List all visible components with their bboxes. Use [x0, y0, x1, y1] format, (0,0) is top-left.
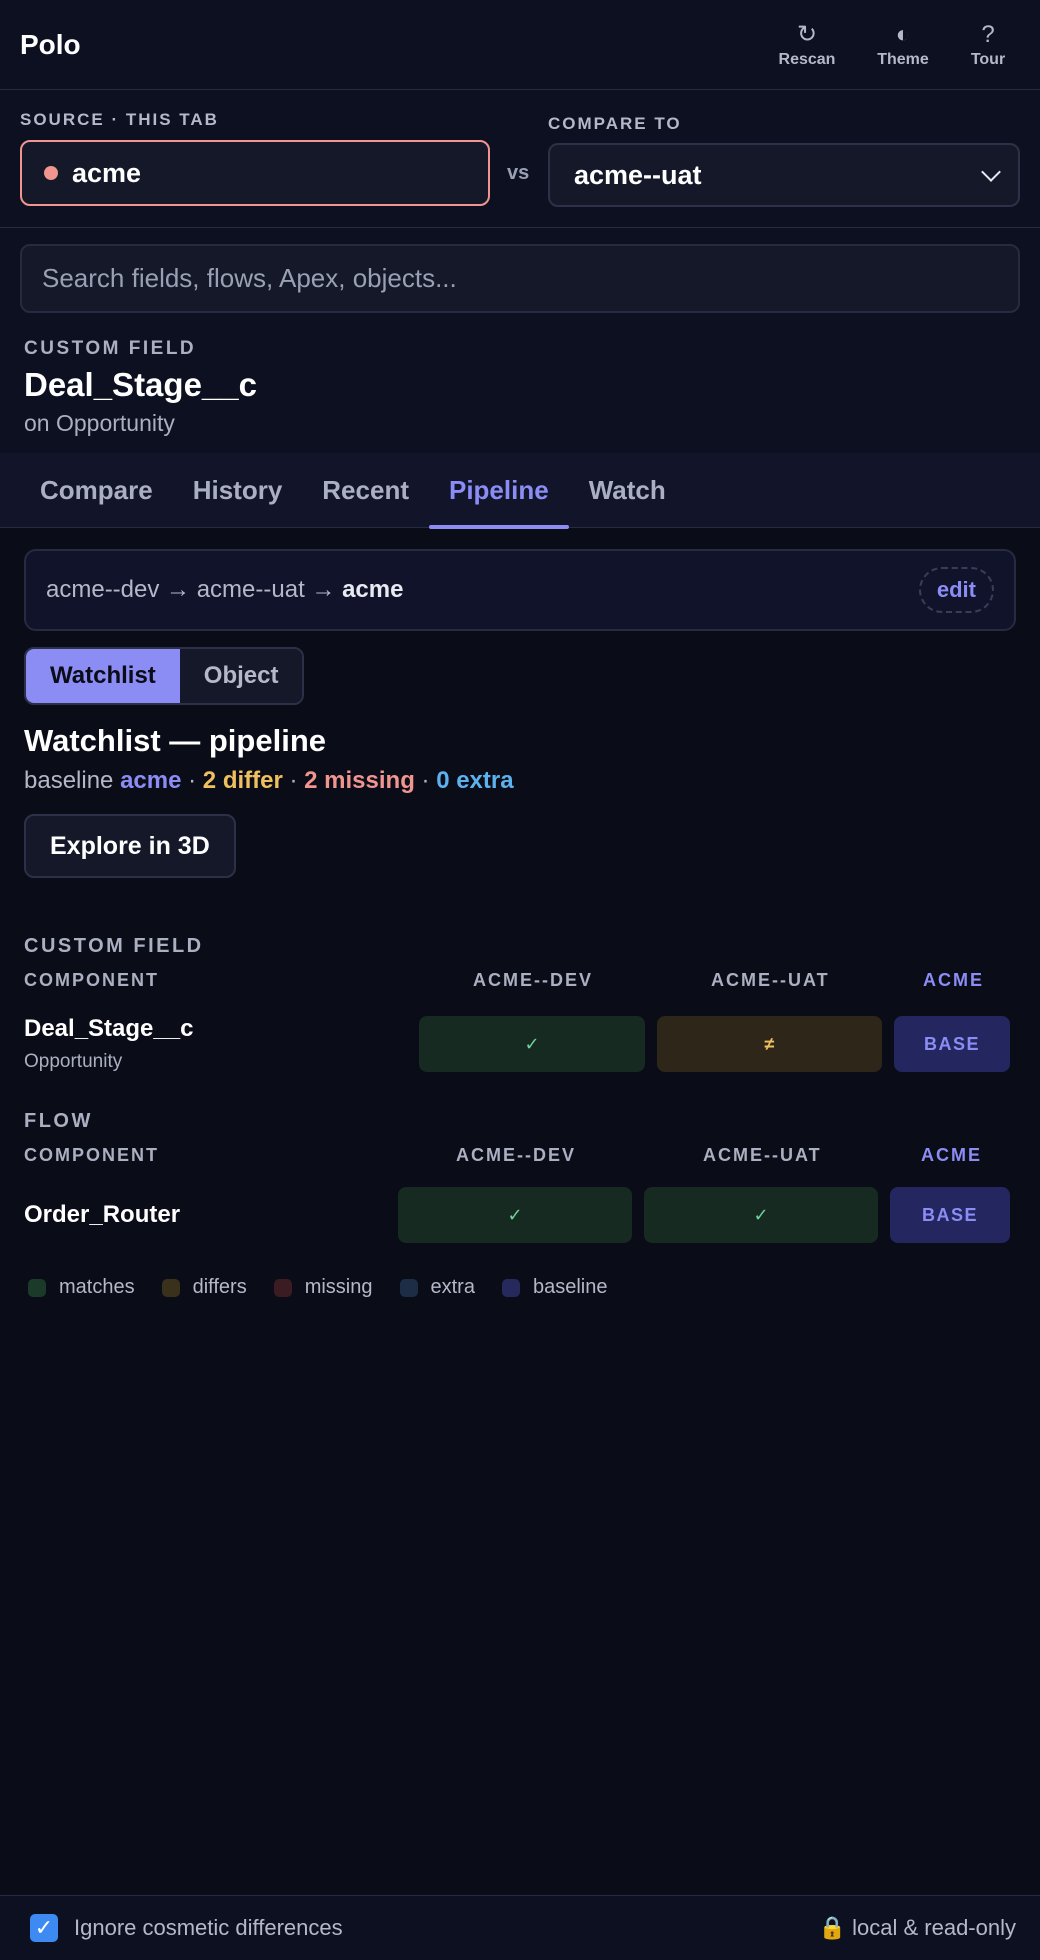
- custom-field-section: CUSTOM FIELD COMPONENT ACME--DEV ACME--U…: [0, 930, 1040, 1090]
- object-toggle[interactable]: Object: [179, 649, 303, 703]
- column-header-acme-uat: ACME--UAT: [703, 1145, 822, 1165]
- column-header-acme-dev: ACME--DEV: [473, 970, 593, 990]
- legend-swatch: [273, 1278, 292, 1297]
- status-cell-baseline[interactable]: BASE: [890, 1187, 1010, 1243]
- pipeline-stages: acme--dev → acme--uat →: [46, 576, 343, 603]
- legend-label: missing: [304, 1276, 373, 1298]
- chevron-down-icon: [981, 162, 1001, 182]
- pipeline-path: acme--dev → acme--uat → acme edit: [24, 549, 1016, 631]
- baseline-prefix: baseline: [24, 767, 121, 794]
- section-title: FLOW: [24, 1110, 93, 1132]
- pipeline-last-stage: acme: [342, 576, 404, 603]
- differ-count: 2 differ: [202, 767, 283, 794]
- tab-pipeline[interactable]: Pipeline: [428, 453, 569, 529]
- compare-label: COMPARE TO: [548, 114, 682, 133]
- separator: ·: [181, 767, 203, 794]
- tab-recent[interactable]: Recent: [302, 453, 429, 528]
- source-status-dot: [44, 166, 58, 180]
- row-component-name: Order_Router: [24, 1201, 181, 1228]
- column-header-acme-dev: ACME--DEV: [456, 1145, 576, 1165]
- read-only-status: 🔒 local & read-only: [818, 1915, 1016, 1940]
- legend-label: extra: [430, 1276, 475, 1298]
- tab-watch[interactable]: Watch: [569, 453, 686, 528]
- legend-item-extra: extra: [399, 1276, 475, 1299]
- compare-org-name: acme--uat: [574, 159, 702, 190]
- row-component-object: Opportunity: [24, 1051, 123, 1072]
- theme-label: Theme: [877, 50, 929, 68]
- tab-compare[interactable]: Compare: [20, 453, 173, 528]
- tab-bar: Compare History Recent Pipeline Watch: [0, 453, 1040, 529]
- main-content: acme--dev → acme--uat → acme edit Watchl…: [0, 549, 1040, 878]
- app-logo: Polo: [20, 28, 81, 60]
- baseline-org: acme: [120, 767, 182, 794]
- source-org-name: acme: [72, 157, 142, 188]
- pipeline-path-text: acme--dev → acme--uat → acme: [46, 576, 919, 604]
- status-legend: matches differs missing extra baseline: [28, 1276, 634, 1299]
- legend-item-matches: matches: [28, 1276, 135, 1299]
- missing-count: 2 missing: [304, 767, 415, 794]
- vs-label: vs: [507, 162, 530, 184]
- legend-item-missing: missing: [273, 1276, 373, 1299]
- footer-bar: ✓ Ignore cosmetic differences 🔒 local & …: [0, 1895, 1040, 1960]
- watchlist-toggle[interactable]: Watchlist: [26, 649, 180, 703]
- search-input[interactable]: [20, 244, 1020, 313]
- column-header-acme: ACME: [923, 970, 984, 990]
- status-cell-baseline[interactable]: BASE: [894, 1016, 1010, 1072]
- view-toggle: Watchlist Object: [24, 647, 305, 705]
- watchlist-summary: baseline acme · 2 differ · 2 missing · 0…: [24, 767, 1016, 795]
- flow-section: FLOW COMPONENT ACME--DEV ACME--UAT ACME …: [0, 1105, 1040, 1245]
- tour-label: Tour: [970, 50, 1006, 68]
- component-object: on Opportunity: [24, 410, 175, 436]
- status-cell-match[interactable]: ✓: [419, 1016, 645, 1072]
- search-section: CUSTOM FIELD Deal_Stage__c on Opportunit…: [0, 228, 1040, 453]
- separator: ·: [282, 767, 305, 794]
- extra-count: 0 extra: [436, 767, 514, 794]
- legend-swatch: [28, 1278, 46, 1297]
- separator: ·: [414, 767, 437, 794]
- source-org-field[interactable]: acme: [20, 140, 490, 206]
- row-component-name: Deal_Stage__c: [24, 1015, 194, 1042]
- legend-label: baseline: [532, 1276, 608, 1298]
- legend-swatch: [501, 1278, 520, 1297]
- legend-item-differs: differs: [161, 1276, 247, 1299]
- environment-bar: SOURCE · THIS TAB acme vs COMPARE TO acm…: [0, 90, 1040, 228]
- status-cell-match[interactable]: ✓: [398, 1187, 632, 1243]
- watchlist-title: Watchlist — pipeline: [24, 723, 326, 758]
- rescan-label: Rescan: [778, 50, 836, 68]
- ignore-cosmetic-checkbox[interactable]: ✓: [30, 1914, 58, 1942]
- edit-pipeline-button[interactable]: edit: [918, 567, 994, 613]
- rescan-button[interactable]: ↻ Rescan: [764, 21, 850, 69]
- tour-button[interactable]: ? Tour: [956, 21, 1020, 69]
- status-cell-differs[interactable]: ≠: [657, 1016, 882, 1072]
- component-kind: CUSTOM FIELD: [24, 338, 197, 359]
- contrast-icon: ◐: [895, 20, 911, 48]
- column-header-acme: ACME: [921, 1145, 982, 1165]
- legend-swatch: [399, 1278, 418, 1297]
- column-header-acme-uat: ACME--UAT: [711, 970, 830, 990]
- refresh-icon: ↻: [796, 20, 818, 48]
- component-name: Deal_Stage__c: [24, 366, 257, 403]
- legend-swatch: [161, 1278, 180, 1297]
- theme-button[interactable]: ◐ Theme: [850, 21, 956, 69]
- help-icon: ?: [981, 20, 995, 48]
- legend-label: matches: [59, 1276, 135, 1298]
- ignore-cosmetic-label: Ignore cosmetic differences: [74, 1915, 343, 1940]
- component-column-header: COMPONENT: [24, 970, 159, 990]
- tab-history[interactable]: History: [173, 453, 303, 528]
- compare-org-select[interactable]: acme--uat: [548, 143, 1020, 207]
- app-header: Polo ↻ Rescan ◐ Theme ? Tour: [0, 0, 1040, 90]
- legend-item-baseline: baseline: [501, 1276, 608, 1299]
- source-label: SOURCE · THIS TAB: [20, 110, 219, 129]
- explore-3d-button[interactable]: Explore in 3D: [24, 814, 236, 878]
- legend-label: differs: [192, 1276, 247, 1298]
- status-cell-match[interactable]: ✓: [644, 1187, 878, 1243]
- component-column-header: COMPONENT: [24, 1145, 159, 1165]
- section-title: CUSTOM FIELD: [24, 935, 204, 957]
